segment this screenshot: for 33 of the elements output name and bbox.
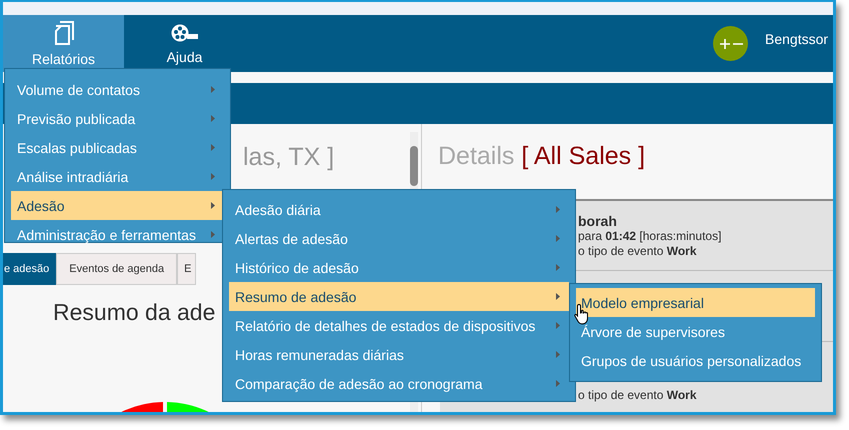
menu-item[interactable]: Comparação de adesão ao cronograma [229,369,569,398]
menu-item[interactable]: Adesão diária [229,195,569,224]
report-heading: Resumo da ade [53,299,216,326]
menu-item[interactable]: Grupos de usuários personalizados [576,346,815,375]
plus-minus-icon [718,38,742,50]
documents-icon [52,20,74,44]
agent-detail: o tipo de evento Work [578,244,698,259]
menu-item[interactable]: Volume de contatos [11,75,224,104]
agent-detail: para 01:42 [horas:minutos] [578,229,722,244]
menu-item[interactable]: Administração e ferramentas [11,220,224,249]
agent-name: borah [578,213,618,229]
menu-item[interactable]: Alertas de adesão [229,224,569,253]
menu-item[interactable]: Modelo empresarial [576,288,815,317]
report-tab[interactable]: E [177,253,196,285]
filter-label: [ All Sales ] [521,142,646,170]
menu-item[interactable]: Análise intradiária [11,162,224,191]
menu-item[interactable]: Previsão publicada [11,104,224,133]
menu-item[interactable]: Adesão [11,191,224,220]
menu-item[interactable]: Resumo de adesão [229,282,569,311]
nav-tab[interactable]: Relatórios [3,15,124,72]
agent-detail: o tipo de evento Work [578,388,698,403]
user-name[interactable]: Bengtssor [765,30,833,46]
menu-item[interactable]: Escalas publicadas [11,133,224,162]
menu-item[interactable]: Histórico de adesão [229,253,569,282]
menu-item[interactable]: Relatório de detalhes de estados de dispositivos [229,311,569,340]
report-tab[interactable]: Eventos de agenda [56,253,178,285]
menu-item[interactable]: Horas remuneradas diárias [229,340,569,369]
film-reel-icon [170,22,198,42]
details-title: Details [438,142,514,170]
menu-item[interactable]: Árvore de supervisores [576,317,815,346]
site-title: las, TX ] [243,142,334,172]
plus-minus-button[interactable] [713,26,748,61]
report-tab[interactable]: e adesão [3,253,56,285]
